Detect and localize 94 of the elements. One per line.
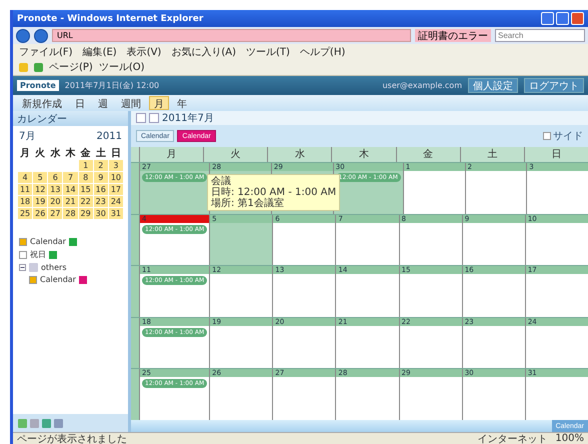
menu-item[interactable]: ファイル(F) — [19, 44, 73, 58]
tooltip-text: 場所: 第1会議室 — [211, 198, 285, 209]
view-button[interactable]: 週 — [93, 96, 113, 110]
sidebar-title: カレンダー — [13, 111, 128, 126]
next-button[interactable] — [149, 113, 159, 123]
command-item[interactable]: ページ(P) — [49, 60, 93, 74]
month-label: 7月 — [19, 130, 36, 143]
menu-item[interactable]: 表示(V) — [126, 44, 162, 58]
date-cell[interactable]: 24 — [108, 196, 123, 207]
address-field[interactable]: URL — [52, 29, 411, 42]
close-button[interactable] — [571, 12, 584, 25]
weekday-label: 水 — [49, 146, 62, 159]
date-cell[interactable]: 10 — [108, 172, 123, 183]
checkbox[interactable] — [19, 238, 27, 246]
status-text: ページが表示されました — [17, 432, 127, 444]
weekday-header: 火 — [203, 147, 268, 162]
maximize-button[interactable] — [556, 12, 569, 25]
checkbox[interactable] — [29, 276, 37, 284]
month-title: 2011年7月 — [162, 112, 214, 125]
weekday-label: 日 — [110, 147, 122, 159]
date-cell[interactable]: 20 — [48, 196, 62, 207]
collapse-icon[interactable] — [19, 264, 26, 271]
date-cell[interactable]: 31 — [108, 208, 123, 219]
weekday-header: 土 — [460, 147, 524, 162]
zoom-text: 100% — [555, 433, 584, 444]
date-cell[interactable]: 28 — [63, 208, 78, 219]
view-button[interactable]: 月 — [149, 96, 169, 110]
certificate-error-button[interactable]: 証明書のエラー — [415, 29, 491, 42]
date-cell[interactable]: 15 — [78, 184, 93, 195]
view-button[interactable]: 日 — [70, 96, 90, 110]
date-cell[interactable]: 26 — [33, 208, 48, 219]
weekday-label: 月 — [19, 147, 32, 159]
date-cell[interactable]: 25 — [18, 208, 32, 219]
date-cell[interactable]: 19 — [33, 196, 48, 207]
menu-item[interactable]: ヘルプ(H) — [300, 44, 346, 58]
search-field[interactable]: Search — [495, 29, 585, 42]
weekday-header: 水 — [267, 147, 332, 162]
date-cell[interactable]: 4 — [18, 172, 32, 183]
date-cell[interactable]: 21 — [63, 196, 78, 207]
date-cell[interactable]: 9 — [94, 172, 108, 183]
back-button[interactable] — [16, 28, 30, 42]
forward-button[interactable] — [34, 28, 48, 42]
user-email: user@example.com — [382, 81, 462, 90]
window-title: Pronote - Windows Internet Explorer — [17, 14, 204, 24]
option-label: サイド — [553, 130, 583, 143]
weekday-header: 月 — [139, 147, 204, 162]
weekday-header: 金 — [396, 147, 460, 162]
header-text: 2011年7月1日(金) 12:00 — [64, 80, 160, 91]
header-button[interactable]: 個人設定 — [468, 78, 518, 93]
weekday-label: 土 — [94, 146, 107, 159]
date-cell[interactable]: 2 — [94, 160, 108, 171]
date-cell[interactable]: 16 — [94, 184, 108, 195]
date-cell[interactable]: 23 — [94, 196, 108, 207]
date-cell[interactable]: 5 — [33, 172, 48, 183]
zone-text: インターネット — [477, 432, 548, 444]
command-item[interactable]: ツール(O) — [98, 60, 145, 74]
date-cell[interactable]: 22 — [78, 196, 93, 207]
logo: Pronote — [17, 80, 59, 91]
calendar-label[interactable]: 祝日 — [30, 249, 46, 260]
minimize-button[interactable] — [541, 12, 554, 25]
date-cell[interactable]: 11 — [18, 184, 32, 195]
weekday-header: 木 — [331, 147, 396, 162]
weekday-header: 日 — [524, 147, 588, 162]
date-cell[interactable]: 7 — [63, 172, 78, 183]
date-cell[interactable]: 14 — [63, 184, 78, 195]
date-cell[interactable]: 3 — [108, 160, 123, 171]
menu-item[interactable]: お気に入り(A) — [171, 44, 236, 58]
weekday-label: 金 — [80, 146, 92, 159]
date-cell[interactable]: 6 — [48, 172, 62, 183]
view-button[interactable]: 新規作成 — [17, 96, 67, 110]
date-cell[interactable]: 18 — [18, 196, 32, 207]
menu-item[interactable]: 編集(E) — [82, 44, 117, 58]
date-cell[interactable]: 17 — [108, 184, 123, 195]
date-cell[interactable]: 12 — [33, 184, 48, 195]
date-cell[interactable]: 27 — [48, 208, 62, 219]
checkbox[interactable] — [543, 132, 551, 140]
date-cell[interactable]: 1 — [78, 160, 93, 171]
calendar-label[interactable]: Calendar — [30, 237, 66, 246]
weekday-label: 火 — [34, 146, 46, 159]
view-button[interactable]: 年 — [172, 96, 192, 110]
year-label: 2011 — [96, 130, 122, 142]
date-cell[interactable]: 30 — [94, 208, 108, 219]
header-button[interactable]: ログアウト — [524, 78, 584, 93]
date-cell[interactable]: 8 — [78, 172, 93, 183]
date-cell[interactable]: 29 — [78, 208, 93, 219]
calendar-label[interactable]: Calendar — [40, 275, 76, 284]
date-cell[interactable]: 13 — [48, 184, 62, 195]
view-button[interactable]: 週間 — [116, 96, 146, 110]
weekday-label: 木 — [64, 146, 76, 159]
calendar-label[interactable]: others — [41, 263, 66, 272]
menu-item[interactable]: ツール(T) — [246, 44, 290, 58]
previous-button[interactable] — [136, 113, 146, 123]
tooltip-title: 会議 — [211, 176, 232, 187]
checkbox[interactable] — [19, 250, 27, 258]
